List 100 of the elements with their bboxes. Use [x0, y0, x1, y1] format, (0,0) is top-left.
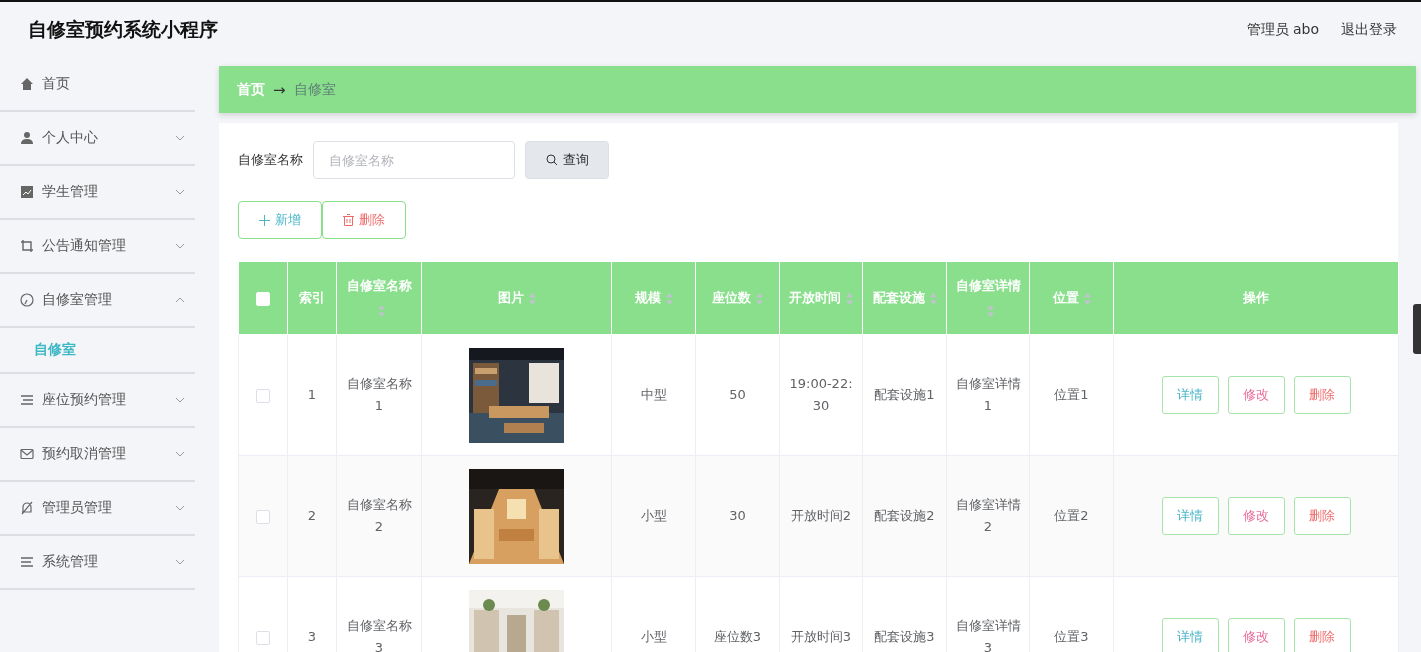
table-row[interactable]: 1 自修室名称1 中型 50 19:00-22:30 配套设施1 自修室详情1 位置1 详情 修改 删除 [238, 334, 1399, 456]
crop-icon [20, 239, 34, 253]
table-cell: 自修室详情2 [955, 497, 1021, 534]
table-cell: 自修室详情3 [955, 618, 1021, 652]
user-label: 管理员 abo [1246, 21, 1319, 39]
chevron-down-icon [175, 397, 185, 403]
table-row[interactable]: 3 自修室名称3 小型 座位数3 开放时间3 配套设施3 自修室详情3 位置3 详情 修改 删除 [238, 576, 1399, 652]
trash-icon [343, 214, 354, 226]
details-button[interactable]: 详情 [1161, 376, 1219, 414]
table-cell: 位置3 [1054, 629, 1089, 644]
chart-icon [20, 185, 34, 199]
sidebar-subitem[interactable]: 自修室 [0, 328, 195, 374]
table-cell: 2 [307, 508, 317, 523]
edit-button[interactable]: 修改 [1227, 376, 1285, 414]
table-cell: 50 [729, 387, 746, 402]
table-cell: 开放时间3 [790, 629, 852, 644]
plus-icon [259, 214, 270, 226]
column-header[interactable]: 开放时间 [779, 261, 863, 335]
search-label: 自修室名称 [238, 151, 303, 169]
chevron-down-icon [175, 243, 185, 249]
sidebar-item[interactable]: 学生管理 [0, 166, 195, 220]
gauge-icon [20, 293, 34, 307]
delete-button[interactable]: 删除 [322, 201, 406, 239]
sort-icon[interactable] [665, 292, 673, 305]
table-cell: 小型 [640, 629, 667, 644]
query-button[interactable]: 查询 [525, 141, 609, 179]
table-cell: 19:00-22:30 [789, 376, 853, 413]
delete-button[interactable]: 删除 [1293, 497, 1351, 535]
sort-icon[interactable] [528, 292, 536, 305]
delete-button[interactable]: 删除 [1293, 618, 1351, 652]
breadcrumb-item[interactable]: 首页 [237, 80, 265, 99]
search-field[interactable]: 自修室名称 [313, 141, 515, 179]
edit-button[interactable]: 修改 [1227, 618, 1285, 652]
user-icon [20, 131, 34, 145]
sidebar-item[interactable]: 系统管理 [0, 536, 195, 590]
list-icon [20, 555, 34, 569]
search-icon [545, 154, 558, 166]
table-cell: 3 [307, 629, 317, 644]
column-header[interactable]: 自修室名称 [336, 261, 422, 335]
column-header[interactable]: 位置 [1029, 261, 1114, 335]
sidebar-item[interactable]: 公告通知管理 [0, 220, 195, 274]
sort-icon[interactable] [1083, 292, 1091, 305]
breadcrumb-item: 自修室 [293, 80, 336, 99]
table-cell: 小型 [640, 508, 667, 523]
column-header[interactable]: 自修室详情 [946, 261, 1030, 335]
table-cell: 位置2 [1054, 508, 1089, 523]
sort-icon[interactable] [756, 292, 763, 305]
table-cell: 自修室名称3 [346, 618, 412, 652]
column-header: 索引 [287, 261, 337, 335]
column-header: 操作 [1113, 261, 1399, 335]
sidebar-item[interactable]: 预约取消管理 [0, 428, 195, 482]
table-cell: 开放时间2 [790, 508, 852, 523]
sort-icon[interactable] [987, 304, 994, 317]
sort-icon[interactable] [378, 304, 385, 317]
mail-icon [20, 447, 34, 461]
row-checkbox[interactable] [256, 388, 270, 403]
row-checkbox[interactable] [256, 509, 270, 524]
select-all-checkbox[interactable] [256, 291, 270, 306]
app-title: 自修室预约系统小程序 [28, 17, 219, 42]
sidebar-item[interactable]: 自修室管理 [0, 274, 195, 328]
delete-button[interactable]: 删除 [1293, 376, 1351, 414]
row-checkbox[interactable] [256, 630, 270, 645]
column-header[interactable]: 配套设施 [862, 261, 947, 335]
home-icon [20, 77, 34, 91]
logout-link[interactable]: 退出登录 [1341, 21, 1397, 39]
sidebar-item[interactable]: 首页 [0, 58, 195, 112]
table-cell: 自修室名称1 [346, 376, 412, 413]
chevron-down-icon [175, 135, 185, 141]
sort-icon[interactable] [929, 292, 937, 305]
chevron-up-icon [175, 297, 185, 303]
table-cell: 1 [307, 387, 317, 402]
table-cell: 自修室名称2 [346, 497, 412, 534]
add-button[interactable]: 新增 [238, 201, 322, 239]
scrollbar-thumb[interactable] [1413, 304, 1421, 354]
edit-button[interactable]: 修改 [1227, 497, 1285, 535]
list-icon [20, 393, 34, 407]
chevron-down-icon [175, 189, 185, 195]
bell-off-icon [20, 501, 34, 515]
details-button[interactable]: 详情 [1161, 618, 1219, 652]
column-header[interactable]: 图片 [421, 261, 612, 335]
table-cell: 座位数3 [713, 629, 762, 644]
details-button[interactable]: 详情 [1161, 497, 1219, 535]
table-row[interactable]: 2 自修室名称2 小型 30 开放时间2 配套设施2 自修室详情2 位置2 详情 修改 删除 [238, 455, 1399, 577]
table-cell: 30 [729, 508, 746, 523]
chevron-down-icon [175, 451, 185, 457]
sidebar-item[interactable]: 管理员管理 [0, 482, 195, 536]
breadcrumb-separator: → [273, 80, 286, 99]
column-header[interactable]: 规模 [611, 261, 696, 335]
table-cell: 位置1 [1054, 387, 1089, 402]
sidebar-item[interactable]: 座位预约管理 [0, 374, 195, 428]
sidebar-item[interactable]: 个人中心 [0, 112, 195, 166]
table-cell: 配套设施3 [874, 629, 935, 644]
table-cell: 配套设施2 [874, 508, 935, 523]
sort-icon[interactable] [846, 292, 853, 305]
chevron-down-icon [175, 505, 185, 511]
table-cell: 中型 [640, 387, 667, 402]
column-header[interactable]: 座位数 [695, 261, 780, 335]
chevron-down-icon [175, 559, 185, 565]
table-cell: 配套设施1 [874, 387, 935, 402]
table-cell: 自修室详情1 [955, 376, 1021, 413]
